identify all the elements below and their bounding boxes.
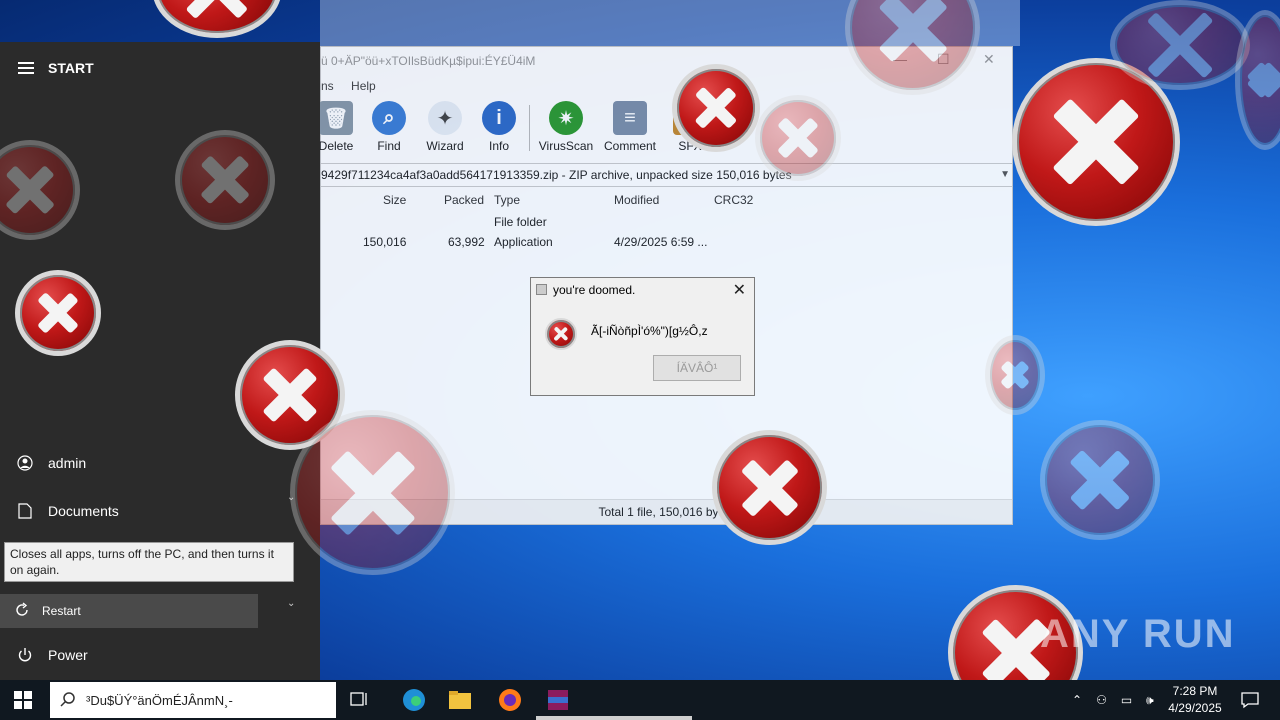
ok-button[interactable]: ÍÄVÂÔ¹ [653, 355, 741, 381]
wizard-button[interactable]: ✦ Wizard [414, 99, 476, 153]
task-view-icon[interactable] [346, 686, 374, 714]
error-icon [152, 0, 282, 38]
desktop: ü 0+ÄP"öü+xTOIlsBüdKµ$ipui:ÉY£Ü4iM — ☐ ✕… [0, 0, 1280, 720]
info-icon: i [482, 101, 516, 135]
user-name: admin [48, 455, 87, 471]
virus-icon: ✷ [549, 101, 583, 135]
menu-commands[interactable]: ns [321, 79, 334, 93]
comment-label: Comment [603, 139, 656, 153]
error-icon [545, 318, 577, 350]
row-modified: 4/29/2025 6:59 ... [614, 235, 708, 249]
window-title: ü 0+ÄP"öü+xTOIlsBüdKµ$ipui:ÉY£Ü4iM [321, 54, 536, 68]
document-icon [16, 502, 34, 520]
chevron-down-icon: ⌄ [287, 598, 296, 609]
documents-label: Documents [48, 503, 119, 519]
error-icon [985, 335, 1045, 415]
close-icon[interactable]: ✕ [983, 51, 995, 68]
info-button[interactable]: i Info [468, 99, 530, 153]
system-tray: ⌃ ⚇ ▭ 🕪 [1072, 680, 1154, 720]
app-icon [536, 284, 547, 295]
menu-bar: ns Help [321, 79, 390, 93]
info-label: Info [488, 139, 509, 153]
search-icon [60, 691, 76, 710]
dialog-message: Ã[-iÑòñpÌ'ó%")[g½Ô,z [591, 324, 708, 338]
virusscan-button[interactable]: ✷ VirusScan [535, 99, 597, 153]
find-button[interactable]: ⌕ Find [358, 99, 420, 153]
chevron-down-icon[interactable]: ▼ [1000, 164, 1010, 186]
file-explorer-icon[interactable] [446, 686, 474, 714]
error-icon [175, 130, 275, 230]
restart-tooltip: Closes all apps, turns off the PC, and t… [4, 542, 294, 582]
error-icon [755, 95, 841, 181]
taskbar: ³Du$ÜÝ°änÖmÉJÂnmN¸- ⌃ ⚇ ▭ 🕪 7:28 PM 4/29… [0, 680, 1280, 720]
power-button[interactable]: Power [0, 646, 300, 664]
restart-label: Restart [42, 604, 81, 618]
error-icon [672, 64, 760, 152]
hamburger-icon[interactable] [18, 62, 34, 74]
comment-button[interactable]: ≡ Comment [599, 99, 661, 153]
row-type: Application [494, 235, 553, 249]
error-icon [1040, 420, 1160, 540]
windows-logo-icon [14, 691, 32, 709]
start-header[interactable]: START [18, 60, 94, 76]
dialog-title: you're doomed. [553, 283, 636, 297]
documents-item[interactable]: Documents [0, 502, 300, 520]
clock-date: 4/29/2025 [1168, 701, 1222, 715]
column-packed[interactable]: Packed [444, 193, 484, 207]
status-text: Total 1 file, 150,016 bytes [598, 505, 735, 519]
anyrun-watermark: ANY RUN [1040, 612, 1236, 657]
column-type[interactable]: Type [494, 193, 520, 207]
chevron-up-icon[interactable]: ⌃ [1072, 693, 1082, 707]
tooltip-text: Closes all apps, turns off the PC, and t… [10, 547, 274, 577]
toolbar-separator [529, 105, 530, 151]
menu-help[interactable]: Help [351, 79, 376, 93]
wand-icon: ✦ [428, 101, 462, 135]
clock[interactable]: 7:28 PM 4/29/2025 [1164, 683, 1226, 717]
edge-icon[interactable] [400, 686, 428, 714]
delete-label: Delete [318, 139, 354, 153]
comment-icon: ≡ [613, 101, 647, 135]
error-dialog[interactable]: you're doomed. ✕ Ã[-iÑòñpÌ'ó%")[g½Ô,z ÍÄ… [530, 277, 755, 396]
clock-time: 7:28 PM [1172, 684, 1218, 698]
error-icon [1110, 0, 1250, 90]
user-account[interactable]: admin [0, 454, 300, 472]
power-icon [16, 646, 34, 664]
close-icon[interactable]: ✕ [733, 280, 746, 300]
error-icon [290, 410, 455, 575]
path-bar[interactable]: 9429f711234ca4af3a0add564171913359.zip -… [321, 163, 1012, 187]
column-modified[interactable]: Modified [614, 193, 659, 207]
windows-start-button[interactable] [14, 691, 32, 714]
magnifier-icon: ⌕ [372, 101, 406, 135]
watermark-text: ANY RUN [1040, 612, 1236, 656]
archive-path: 9429f711234ca4af3a0add564171913359.zip -… [321, 168, 792, 182]
notification-icon[interactable] [1236, 686, 1264, 714]
search-text: ³Du$ÜÝ°änÖmÉJÂnmN¸- [86, 692, 233, 708]
column-crc32[interactable]: CRC32 [714, 193, 753, 207]
people-icon[interactable]: ⚇ [1096, 693, 1107, 707]
ok-label: ÍÄVÂÔ¹ [676, 361, 718, 375]
row-type: File folder [494, 215, 547, 229]
restart-button[interactable]: Restart [0, 594, 258, 628]
column-size[interactable]: Size [383, 193, 406, 207]
power-label: Power [48, 647, 88, 663]
virusscan-label: VirusScan [538, 139, 594, 153]
wizard-label: Wizard [426, 139, 464, 153]
network-icon[interactable]: ▭ [1121, 693, 1132, 707]
row-size: 150,016 [363, 235, 407, 249]
trash-icon: 🗑 [319, 101, 353, 135]
start-title: START [48, 60, 94, 76]
restart-icon [14, 601, 30, 621]
find-label: Find [377, 139, 401, 153]
error-icon [15, 270, 101, 356]
row-packed: 63,992 [448, 235, 485, 249]
search-box[interactable]: ³Du$ÜÝ°änÖmÉJÂnmN¸- [50, 682, 336, 718]
active-app-indicator [536, 716, 692, 720]
user-icon [16, 454, 34, 472]
toolbar: 🗑 Delete ⌕ Find ✦ Wizard i Info ✷ VirusS… [318, 99, 1012, 159]
volume-icon[interactable]: 🕪 [1146, 693, 1154, 708]
error-icon [712, 430, 827, 545]
winrar-icon[interactable] [544, 686, 572, 714]
firefox-icon[interactable] [496, 686, 524, 714]
